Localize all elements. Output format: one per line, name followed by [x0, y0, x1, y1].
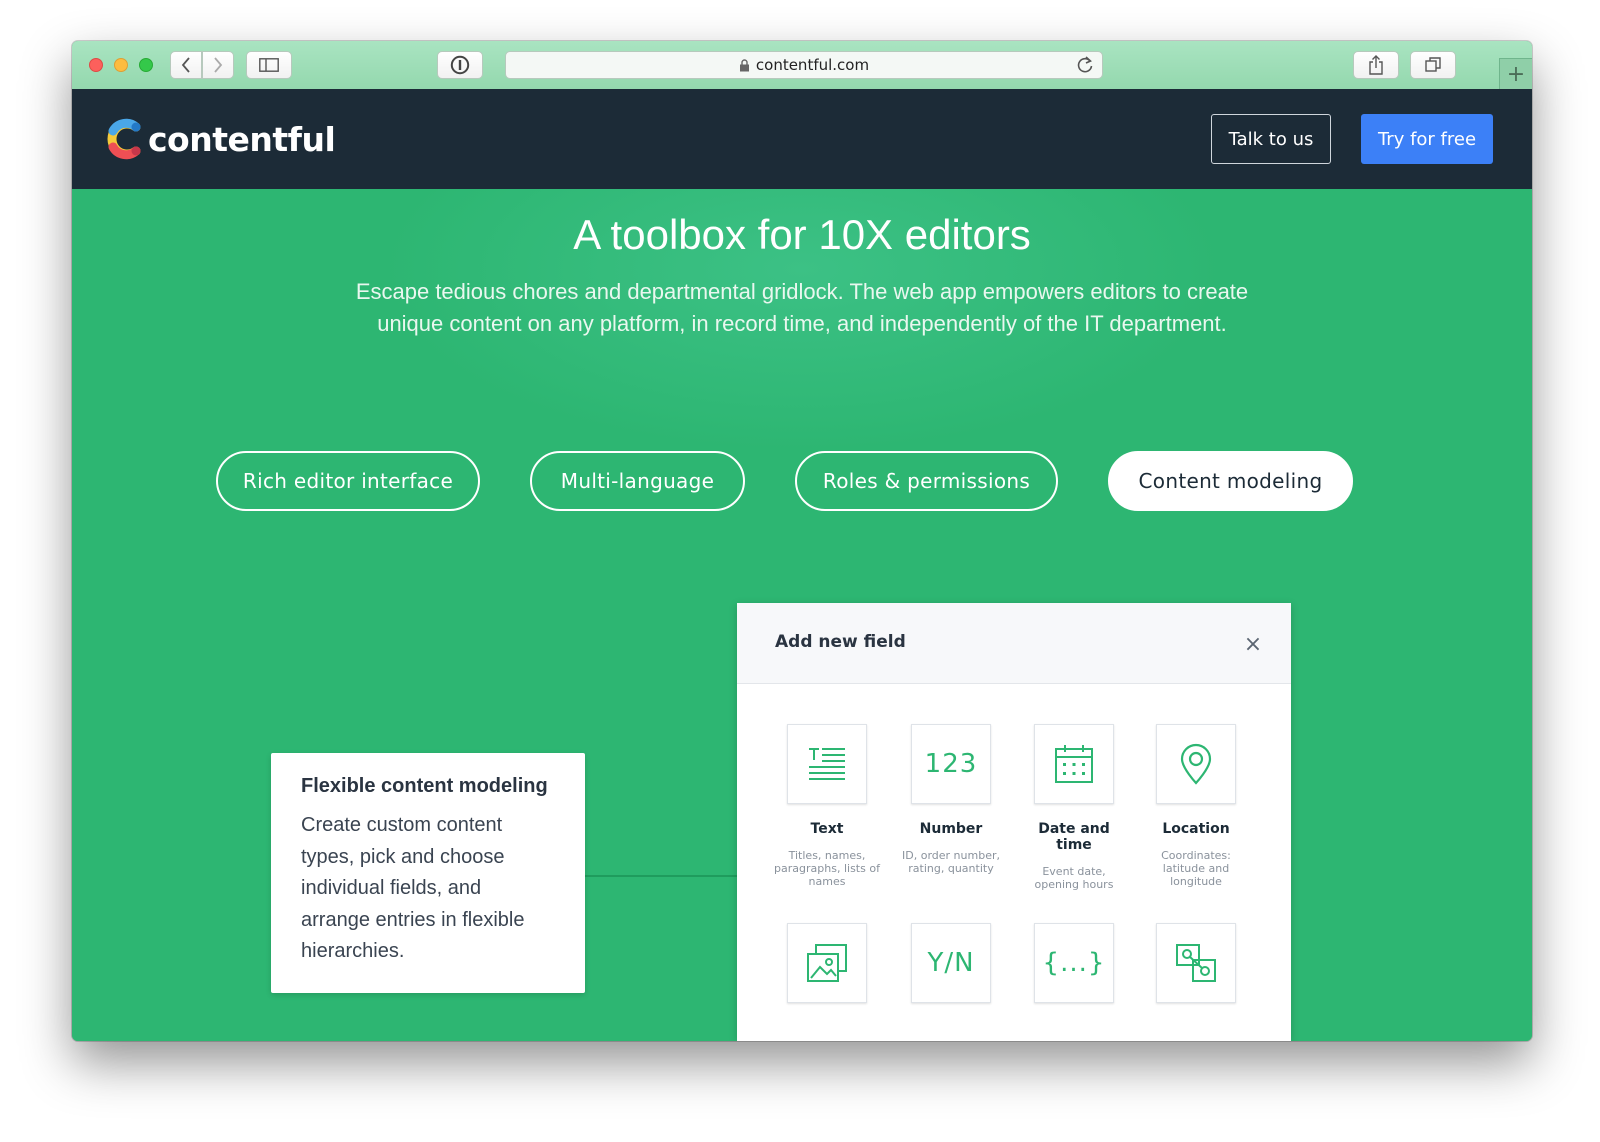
field-tile[interactable] — [1156, 724, 1236, 804]
feature-description: Create custom content types, pick and ch… — [301, 814, 525, 962]
dialog-header: Add new field × — [737, 603, 1291, 684]
password-manager-icon — [450, 55, 470, 75]
new-tab-button[interactable]: + — [1499, 58, 1532, 90]
url-text: contentful.com — [755, 56, 870, 74]
field-tile[interactable] — [787, 923, 867, 1003]
logo-wordmark: contentful — [148, 119, 336, 159]
field-tile[interactable] — [1034, 724, 1114, 804]
browser-toolbar: contentful.com + — [72, 41, 1532, 90]
talk-to-us-button[interactable]: Talk to us — [1211, 114, 1331, 164]
field-type-reference[interactable] — [1141, 923, 1251, 1003]
share-button[interactable] — [1353, 51, 1399, 79]
try-for-free-button[interactable]: Try for free — [1361, 114, 1493, 164]
text-lines-icon — [809, 748, 845, 780]
chevron-left-icon — [181, 57, 190, 73]
sidebar-toggle-button[interactable] — [246, 51, 292, 79]
contentful-logo-icon — [107, 118, 141, 160]
share-icon — [1369, 55, 1383, 75]
field-name: Number — [919, 821, 983, 837]
calendar-icon — [1055, 745, 1093, 783]
boolean-icon: Y/N — [927, 948, 975, 978]
reload-icon[interactable] — [1076, 55, 1094, 75]
window-zoom-button[interactable] — [139, 58, 153, 72]
field-description: Titles, names, paragraphs, lists of name… — [774, 849, 880, 888]
field-tile[interactable] — [1156, 923, 1236, 1003]
sidebar-icon — [259, 58, 279, 72]
feature-card: Flexible content modeling Create custom … — [271, 753, 585, 993]
media-icon — [807, 944, 847, 982]
field-description: ID, order number, rating, quantity — [902, 849, 1000, 875]
field-name: Date and time — [1038, 821, 1110, 853]
tab-overview-button[interactable] — [1410, 51, 1456, 79]
plus-icon: + — [1506, 62, 1526, 87]
field-type-boolean[interactable]: Y/N — [896, 923, 1006, 1003]
location-pin-icon — [1180, 743, 1212, 785]
field-tile[interactable] — [787, 724, 867, 804]
close-icon[interactable]: × — [1242, 634, 1264, 656]
json-object-icon: {...} — [1042, 948, 1106, 978]
field-tile[interactable]: {...} — [1034, 923, 1114, 1003]
tab-rich-editor-interface[interactable]: Rich editor interface — [216, 451, 480, 511]
password-manager-button[interactable] — [437, 51, 483, 79]
field-description: Event date, opening hours — [1034, 865, 1114, 891]
feature-title: Flexible content modeling — [301, 775, 548, 797]
dialog-title: Add new field — [775, 632, 906, 652]
field-name: Location — [1162, 821, 1230, 837]
field-description: Coordinates: latitude and longitude — [1161, 849, 1231, 888]
tab-roles-permissions[interactable]: Roles & permissions — [795, 451, 1058, 511]
hero-title: A toolbox for 10X editors — [573, 211, 1031, 258]
field-tile[interactable]: 123 — [911, 724, 991, 804]
site-header: contentful Talk to us Try for free — [72, 89, 1532, 189]
contentful-logo[interactable]: contentful — [106, 118, 336, 160]
add-field-dialog: Add new field × Text Titles, names, para… — [737, 603, 1291, 1041]
field-type-text[interactable]: Text Titles, names, paragraphs, lists of… — [772, 724, 882, 888]
tab-multi-language[interactable]: Multi-language — [530, 451, 745, 511]
field-type-media[interactable] — [772, 923, 882, 1003]
number-icon: 123 — [924, 749, 978, 779]
chevron-right-icon — [214, 57, 223, 73]
field-type-date-time[interactable]: Date and time Event date, opening hours — [1019, 724, 1129, 891]
hero-subtitle: Escape tedious chores and departmental g… — [355, 279, 1249, 336]
connector-line — [582, 875, 737, 877]
reference-icon — [1176, 944, 1216, 982]
window-close-button[interactable] — [89, 58, 103, 72]
address-bar[interactable]: contentful.com — [505, 51, 1103, 79]
field-tile[interactable]: Y/N — [911, 923, 991, 1003]
field-name: Text — [810, 821, 844, 837]
browser-window: contentful.com + contentful Talk to us T… — [72, 41, 1532, 1041]
lock-icon — [739, 58, 749, 71]
field-type-location[interactable]: Location Coordinates: latitude and longi… — [1141, 724, 1251, 888]
back-button[interactable] — [170, 51, 202, 79]
forward-button[interactable] — [202, 51, 234, 79]
hero-section: A toolbox for 10X editors Escape tedious… — [72, 189, 1532, 1041]
tabs-icon — [1425, 57, 1441, 72]
tab-content-modeling[interactable]: Content modeling — [1108, 451, 1353, 511]
field-type-json[interactable]: {...} — [1019, 923, 1129, 1003]
window-minimize-button[interactable] — [114, 58, 128, 72]
field-type-number[interactable]: 123 Number ID, order number, rating, qua… — [896, 724, 1006, 875]
